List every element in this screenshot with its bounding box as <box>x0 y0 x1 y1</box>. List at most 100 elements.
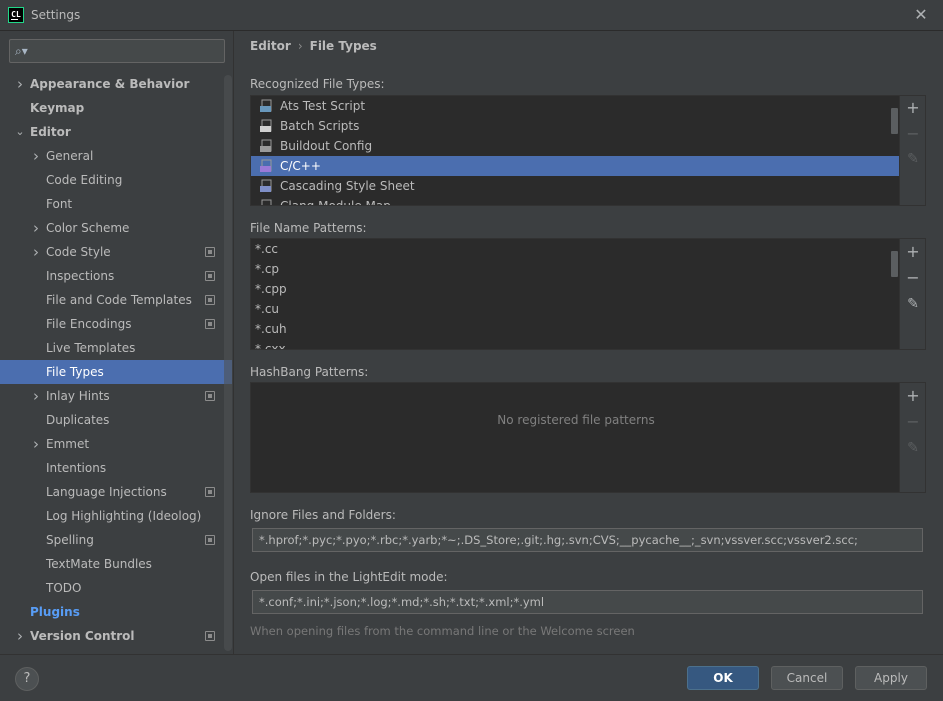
file-type-row[interactable]: Batch Scripts <box>251 116 901 136</box>
sidebar-item-intentions[interactable]: Intentions <box>0 456 232 480</box>
file-type-row[interactable]: Cascading Style Sheet <box>251 176 901 196</box>
chevron-right-icon[interactable]: › <box>14 624 26 648</box>
sidebar-item-keymap[interactable]: Keymap <box>0 96 232 120</box>
sidebar-item-file-encodings[interactable]: File Encodings <box>0 312 232 336</box>
remove-pattern-button[interactable]: − <box>900 268 925 288</box>
window-title: Settings <box>31 8 81 22</box>
project-scope-icon <box>205 487 215 497</box>
pattern-row[interactable]: *.cuh <box>251 319 901 339</box>
sidebar-item-log-highlighting-ideolog[interactable]: Log Highlighting (Ideolog) <box>0 504 232 528</box>
sidebar-item-spelling[interactable]: Spelling <box>0 528 232 552</box>
sidebar-item-label: Color Scheme <box>46 221 130 235</box>
sidebar-item-label: Version Control <box>30 629 135 643</box>
recognized-file-types-list: Ats Test Script Batch Scripts Buildout Con… <box>250 95 926 206</box>
remove-hashbang-button[interactable]: − <box>900 412 925 432</box>
batch-script-icon <box>260 119 274 133</box>
sidebar-item-inlay-hints[interactable]: › Inlay Hints <box>0 384 232 408</box>
file-type-label: Cascading Style Sheet <box>280 179 415 193</box>
chevron-right-icon[interactable]: › <box>30 216 42 240</box>
cpp-file-icon <box>260 159 274 173</box>
add-pattern-button[interactable]: + <box>900 242 925 262</box>
chevron-right-icon[interactable]: › <box>14 72 26 96</box>
sidebar-item-label: Spelling <box>46 533 94 547</box>
pattern-row[interactable]: *.cpp <box>251 279 901 299</box>
sidebar-item-label: Duplicates <box>46 413 110 427</box>
sidebar-item-language-injections[interactable]: Language Injections <box>0 480 232 504</box>
ok-button[interactable]: OK <box>687 666 759 690</box>
sidebar-item-code-editing[interactable]: Code Editing <box>0 168 232 192</box>
sidebar-item-label: Inlay Hints <box>46 389 110 403</box>
hashbang-patterns-list: No registered file patterns + − ✎ <box>250 382 926 493</box>
sidebar-item-editor[interactable]: ⌄ Editor <box>0 120 232 144</box>
breadcrumb-parent[interactable]: Editor <box>250 39 291 53</box>
sidebar-item-live-templates[interactable]: Live Templates <box>0 336 232 360</box>
buildout-config-icon <box>260 139 274 153</box>
project-scope-icon <box>205 631 215 641</box>
file-type-row[interactable]: C/C++ <box>251 156 901 176</box>
remove-file-type-button[interactable]: − <box>900 124 925 144</box>
chevron-right-icon[interactable]: › <box>30 240 42 264</box>
add-file-type-button[interactable]: + <box>900 98 925 118</box>
edit-hashbang-button[interactable]: ✎ <box>900 438 925 458</box>
file-type-row[interactable]: Ats Test Script <box>251 96 901 116</box>
sidebar-item-todo[interactable]: TODO <box>0 576 232 600</box>
edit-pattern-button[interactable]: ✎ <box>900 294 925 314</box>
project-scope-icon <box>205 271 215 281</box>
project-scope-icon <box>205 295 215 305</box>
sidebar-item-label: Keymap <box>30 101 85 115</box>
sidebar-item-textmate-bundles[interactable]: TextMate Bundles <box>0 552 232 576</box>
dialog-footer: ? OK Cancel Apply <box>0 654 943 701</box>
sidebar-item-general[interactable]: › General <box>0 144 232 168</box>
close-icon[interactable]: ✕ <box>911 5 931 25</box>
pattern-row[interactable]: *.cp <box>251 259 901 279</box>
apply-button[interactable]: Apply <box>855 666 927 690</box>
ignore-files-input[interactable]: *.hprof;*.pyc;*.pyo;*.rbc;*.yarb;*~;.DS_… <box>252 528 923 552</box>
sidebar-scrollbar[interactable] <box>224 75 232 651</box>
chevron-right-icon[interactable]: › <box>30 384 42 408</box>
sidebar-item-label: General <box>46 149 94 163</box>
sidebar-item-file-and-code-templates[interactable]: File and Code Templates <box>0 288 232 312</box>
sidebar-item-color-scheme[interactable]: › Color Scheme <box>0 216 232 240</box>
sidebar-item-label: Inspections <box>46 269 115 283</box>
chevron-down-icon[interactable]: ⌄ <box>14 120 26 144</box>
pattern-row[interactable]: *.cu <box>251 299 901 319</box>
sidebar-item-version-control[interactable]: › Version Control <box>0 624 232 648</box>
file-type-label: Clang Module Map <box>280 199 391 205</box>
sidebar-item-plugins[interactable]: Plugins <box>0 600 232 624</box>
sidebar-item-label: Live Templates <box>46 341 136 355</box>
sidebar-item-label: File Encodings <box>46 317 132 331</box>
file-type-label: Batch Scripts <box>280 119 360 133</box>
add-hashbang-button[interactable]: + <box>900 386 925 406</box>
sidebar-item-file-types[interactable]: File Types <box>0 360 232 384</box>
sidebar-item-code-style[interactable]: › Code Style <box>0 240 232 264</box>
sidebar-item-duplicates[interactable]: Duplicates <box>0 408 232 432</box>
pattern-row[interactable]: *.cxx <box>251 339 901 349</box>
pattern-row[interactable]: *.cc <box>251 239 901 259</box>
help-button[interactable]: ? <box>15 667 39 691</box>
recognized-list-scrollbar[interactable] <box>891 108 898 134</box>
file-type-label: Ats Test Script <box>280 99 366 113</box>
clang-module-map-icon <box>260 199 274 205</box>
project-scope-icon <box>205 391 215 401</box>
sidebar-item-appearance-behavior[interactable]: › Appearance & Behavior <box>0 72 232 96</box>
settings-search-field[interactable]: ⌕▾ <box>9 39 225 63</box>
sidebar-item-label: Language Injections <box>46 485 167 499</box>
sidebar-item-font[interactable]: Font <box>0 192 232 216</box>
sidebar-item-label: Code Editing <box>46 173 123 187</box>
file-type-label: Buildout Config <box>280 139 373 153</box>
cancel-button[interactable]: Cancel <box>771 666 843 690</box>
file-type-row[interactable]: Clang Module Map <box>251 196 901 205</box>
sidebar-item-label: Intentions <box>46 461 107 475</box>
sidebar-item-emmet[interactable]: › Emmet <box>0 432 232 456</box>
chevron-right-icon[interactable]: › <box>30 432 42 456</box>
breadcrumb-current: File Types <box>309 39 377 53</box>
sidebar-item-label: Emmet <box>46 437 90 451</box>
chevron-right-icon[interactable]: › <box>30 144 42 168</box>
breadcrumb-separator: › <box>297 39 303 53</box>
file-type-row[interactable]: Buildout Config <box>251 136 901 156</box>
sidebar-item-inspections[interactable]: Inspections <box>0 264 232 288</box>
patterns-list-scrollbar[interactable] <box>891 251 898 277</box>
lightedit-patterns-input[interactable]: *.conf;*.ini;*.json;*.log;*.md;*.sh;*.tx… <box>252 590 923 614</box>
sidebar-item-label: Code Style <box>46 245 111 259</box>
edit-file-type-button[interactable]: ✎ <box>900 149 925 169</box>
